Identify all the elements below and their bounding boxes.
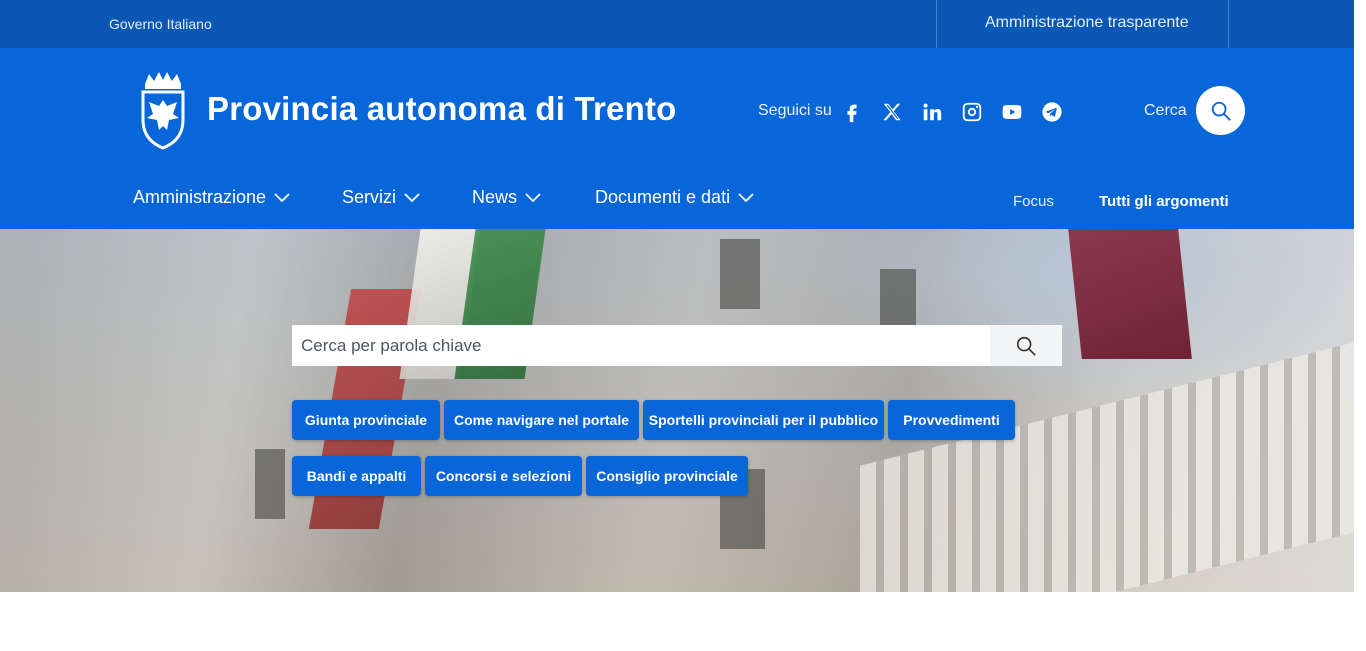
header-search-button[interactable] (1196, 86, 1245, 135)
quick-link-consiglio[interactable]: Consiglio provinciale (586, 456, 748, 496)
x-icon[interactable] (880, 100, 904, 124)
nav-all-topics[interactable]: Tutti gli argomenti (1099, 193, 1229, 210)
balcony-background (860, 342, 1354, 592)
coat-of-arms-logo[interactable] (137, 70, 189, 150)
site-header: Provincia autonoma di Trento Seguici su … (0, 48, 1354, 229)
amministrazione-trasparente-link[interactable]: Amministrazione trasparente (985, 14, 1189, 32)
search-label: Cerca (1144, 102, 1187, 119)
chevron-down-icon (274, 192, 290, 202)
nav-news[interactable]: News (472, 187, 541, 208)
quick-link-navigare[interactable]: Come navigare nel portale (444, 400, 639, 440)
nav-label: News (472, 187, 518, 207)
keyword-search (292, 325, 1062, 366)
nav-label: Documenti e dati (595, 187, 731, 207)
quick-link-giunta[interactable]: Giunta provinciale (292, 400, 440, 440)
nav-focus[interactable]: Focus (1013, 193, 1054, 210)
nav-servizi[interactable]: Servizi (342, 187, 420, 208)
facebook-icon[interactable] (840, 100, 864, 124)
quick-link-bandi[interactable]: Bandi e appalti (292, 456, 421, 496)
keyword-search-input[interactable] (292, 325, 990, 366)
nav-amministrazione[interactable]: Amministrazione (133, 187, 290, 208)
nav-label: Amministrazione (133, 187, 267, 207)
hero-banner: Giunta provinciale Come navigare nel por… (0, 229, 1354, 592)
building-window (880, 269, 916, 329)
search-icon (1211, 101, 1231, 121)
nav-label: Servizi (342, 187, 397, 207)
chevron-down-icon (738, 192, 754, 202)
building-window (255, 449, 285, 519)
nav-documenti-e-dati[interactable]: Documenti e dati (595, 187, 754, 208)
telegram-icon[interactable] (1040, 100, 1064, 124)
linkedin-icon[interactable] (920, 100, 944, 124)
governo-italiano-link[interactable]: Governo Italiano (109, 16, 212, 32)
chevron-down-icon (404, 192, 420, 202)
follow-us-label: Seguici su (758, 102, 832, 119)
divider (936, 0, 937, 48)
top-bar: Governo Italiano Amministrazione traspar… (0, 0, 1354, 48)
quick-link-sportelli[interactable]: Sportelli provinciali per il pubblico (643, 400, 884, 440)
search-icon (1016, 336, 1036, 356)
building-window (720, 239, 760, 309)
quick-link-concorsi[interactable]: Concorsi e selezioni (425, 456, 582, 496)
keyword-search-button[interactable] (990, 325, 1062, 366)
youtube-icon[interactable] (1000, 100, 1024, 124)
instagram-icon[interactable] (960, 100, 984, 124)
chevron-down-icon (525, 192, 541, 202)
quick-link-provvedimenti[interactable]: Provvedimenti (888, 400, 1015, 440)
divider (1228, 0, 1229, 48)
flag-background (1068, 229, 1192, 359)
site-title[interactable]: Provincia autonoma di Trento (207, 90, 677, 128)
